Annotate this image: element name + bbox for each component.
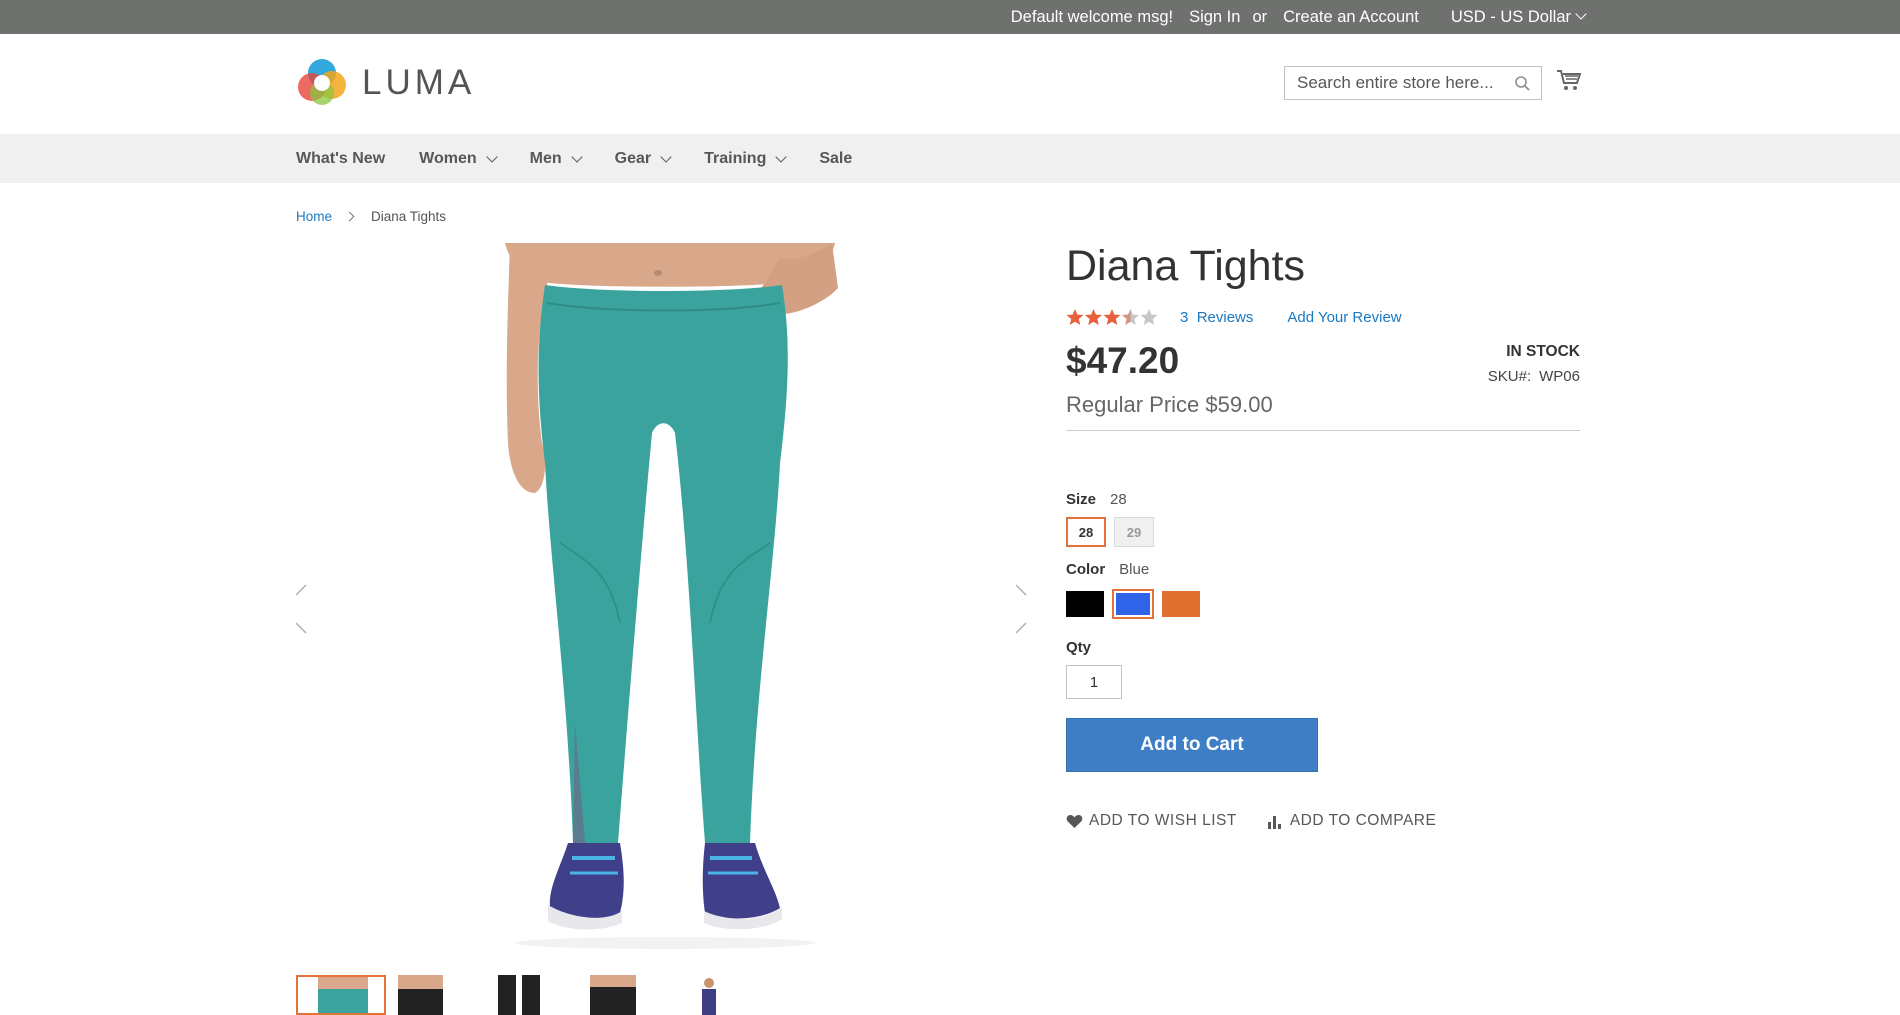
compare-icon: [1267, 815, 1281, 829]
add-to-cart-button[interactable]: Add to Cart: [1066, 718, 1318, 772]
or-text: or: [1252, 7, 1268, 26]
product-social-links: ADD TO WISH LIST ADD TO COMPARE: [1066, 812, 1580, 830]
top-bar: Default welcome msg! Sign In or Create a…: [0, 0, 1900, 34]
gallery-prev-arrow-icon[interactable]: [294, 583, 308, 635]
star-icon: [1140, 309, 1158, 325]
color-label: Color: [1066, 561, 1106, 578]
sku: SKU#: WP06: [1488, 368, 1580, 385]
thumbnail-strip: [296, 975, 756, 1015]
star-icon: [1122, 309, 1139, 325]
currency-label: USD - US Dollar: [1450, 7, 1571, 26]
nav-item-whats-new[interactable]: What's New: [296, 150, 385, 168]
size-swatch-29[interactable]: 29: [1114, 517, 1154, 547]
add-to-compare-label: ADD TO COMPARE: [1289, 812, 1437, 829]
breadcrumb-home-link[interactable]: Home: [296, 209, 332, 224]
color-swatch-black[interactable]: [1066, 591, 1104, 617]
product-main-image[interactable]: [490, 243, 840, 965]
nav-item-label: Women: [419, 149, 477, 167]
qty-input[interactable]: [1066, 665, 1122, 699]
thumbnail-2[interactable]: [388, 975, 478, 1015]
header: LUMA: [0, 34, 1900, 134]
reviews-count: 3: [1180, 308, 1189, 326]
rating-stars: [1066, 308, 1158, 326]
create-account-link[interactable]: Create an Account: [1283, 8, 1419, 27]
thumbnail-1[interactable]: [296, 975, 386, 1015]
chevron-right-icon: [344, 211, 355, 222]
qty-label: Qty: [1066, 639, 1092, 656]
add-to-wishlist-link[interactable]: ADD TO WISH LIST: [1066, 812, 1237, 830]
search-box: [1284, 66, 1542, 100]
price-block: $47.20 Regular Price $59.00 IN STOCK SKU…: [1066, 340, 1580, 431]
nav-item-training[interactable]: Training: [704, 149, 788, 168]
rating-summary: 3 Reviews Add Your Review: [1066, 308, 1580, 326]
reviews-label: Reviews: [1196, 308, 1254, 326]
color-swatches: [1066, 589, 1580, 619]
color-selected-value: Blue: [1119, 561, 1150, 578]
star-icon: [1103, 309, 1121, 325]
add-to-wishlist-label: ADD TO WISH LIST: [1089, 812, 1237, 829]
nav-item-label: What's New: [296, 149, 386, 167]
heart-icon: [1066, 814, 1083, 828]
qty-field: Qty: [1066, 639, 1580, 699]
product-title: Diana Tights: [1066, 242, 1306, 290]
sku-label: SKU#:: [1487, 368, 1532, 385]
nav-item-sale[interactable]: Sale: [819, 150, 852, 168]
nav-item-gear[interactable]: Gear: [614, 149, 672, 168]
chevron-down-icon: [1575, 7, 1587, 20]
sku-value: WP06: [1539, 368, 1580, 385]
regular-price: Regular Price $59.00: [1066, 392, 1273, 417]
chevron-down-icon: [485, 150, 498, 163]
size-swatches: 28 29: [1066, 517, 1580, 547]
add-to-compare-link[interactable]: ADD TO COMPARE: [1267, 812, 1437, 830]
star-icon: [1066, 309, 1084, 325]
breadcrumb: Home Diana Tights: [296, 209, 446, 224]
logo-text: LUMA: [362, 63, 476, 102]
search-icon[interactable]: [1514, 75, 1531, 97]
thumbnail-3[interactable]: [480, 975, 570, 1015]
sign-in-link[interactable]: Sign In: [1189, 8, 1240, 27]
chevron-down-icon: [570, 150, 583, 163]
size-label: Size: [1066, 491, 1097, 508]
main-navigation: What's New Women Men Gear Training Sale: [0, 134, 1900, 183]
nav-item-label: Gear: [614, 149, 652, 167]
chevron-down-icon: [660, 150, 672, 163]
color-swatch-orange[interactable]: [1162, 591, 1200, 617]
gallery-next-arrow-icon[interactable]: [1014, 583, 1028, 635]
cart-icon[interactable]: [1556, 68, 1582, 97]
size-option: Size 28 28 29: [1066, 491, 1580, 547]
welcome-message: Default welcome msg!: [1010, 7, 1174, 26]
nav-item-men[interactable]: Men: [529, 149, 583, 168]
nav-item-label: Training: [704, 149, 767, 167]
currency-switcher[interactable]: USD - US Dollar: [1435, 7, 1587, 27]
final-price: $47.20: [1066, 340, 1180, 381]
thumbnail-4[interactable]: [572, 975, 662, 1015]
size-selected-value: 28: [1110, 491, 1127, 508]
star-icon: [1085, 309, 1102, 325]
breadcrumb-current: Diana Tights: [371, 209, 447, 224]
nav-item-label: Sale: [819, 149, 853, 167]
add-review-link[interactable]: Add Your Review: [1287, 309, 1401, 326]
thumbnail-5[interactable]: [664, 975, 754, 1015]
luma-logo-icon: [298, 59, 346, 105]
logo[interactable]: LUMA: [296, 57, 475, 109]
size-swatch-28[interactable]: 28: [1066, 517, 1106, 547]
color-swatch-blue[interactable]: [1112, 589, 1154, 619]
chevron-down-icon: [775, 150, 788, 163]
nav-item-women[interactable]: Women: [419, 149, 498, 168]
nav-item-label: Men: [529, 149, 562, 167]
color-option: Color Blue: [1066, 561, 1580, 619]
product-info: Diana Tights 3 Reviews Add Your Review $…: [1066, 240, 1580, 830]
reviews-link[interactable]: 3 Reviews: [1180, 309, 1253, 326]
stock-status: IN STOCK: [1506, 343, 1580, 360]
search-input[interactable]: [1295, 72, 1509, 94]
